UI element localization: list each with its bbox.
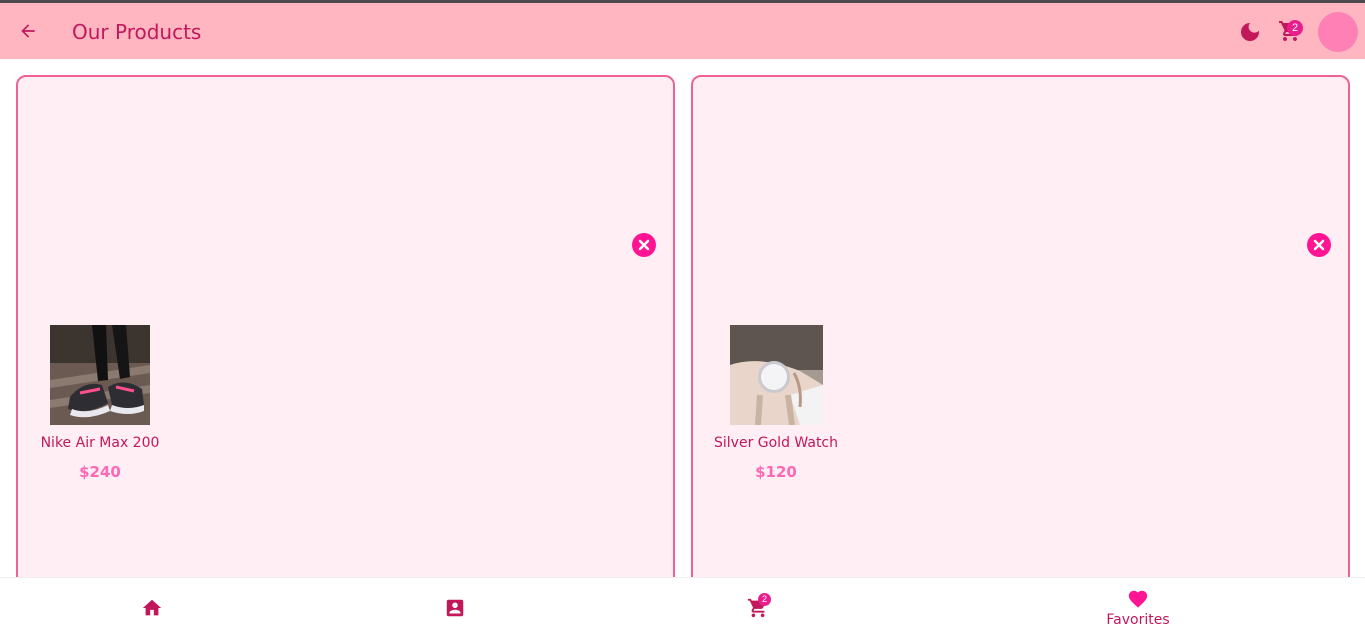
product-item[interactable]: Nike Air Max 200 $240 <box>36 325 164 481</box>
nav-home[interactable] <box>132 578 172 637</box>
close-icon <box>1313 239 1325 251</box>
cart-count-badge: 2 <box>1287 20 1303 36</box>
home-icon <box>142 599 162 615</box>
cart-count-badge: 2 <box>758 593 771 606</box>
app-bar: Our Products 2 <box>0 3 1365 59</box>
avatar[interactable] <box>1318 12 1358 52</box>
theme-toggle-button[interactable] <box>1238 20 1262 44</box>
page-title: Our Products <box>72 20 202 44</box>
product-name: Nike Air Max 200 <box>40 435 160 451</box>
bottom-navigation: 2 Favorites <box>0 577 1365 636</box>
close-icon <box>638 239 650 251</box>
product-price: $240 <box>79 463 121 481</box>
profile-icon <box>446 599 464 616</box>
back-button[interactable] <box>14 17 42 45</box>
heart-icon <box>1128 590 1148 608</box>
favorites-list: Nike Air Max 200 $240 Silver Gold Watch … <box>0 59 1365 577</box>
arrow-back-icon <box>21 24 35 38</box>
watch-photo <box>729 325 823 425</box>
product-item[interactable]: Silver Gold Watch $120 <box>711 325 841 481</box>
favorite-card: Nike Air Max 200 $240 <box>16 75 675 577</box>
moon-icon <box>1241 23 1259 41</box>
favorite-card: Silver Gold Watch $120 <box>691 75 1350 577</box>
nav-cart[interactable]: 2 <box>738 578 778 637</box>
nav-profile[interactable] <box>435 578 475 637</box>
remove-favorite-button[interactable] <box>1307 233 1331 257</box>
sneaker-photo <box>50 325 150 425</box>
product-name: Silver Gold Watch <box>714 435 838 451</box>
product-price: $120 <box>755 463 797 481</box>
nav-favorites-label: Favorites <box>1106 611 1170 628</box>
remove-favorite-button[interactable] <box>632 233 656 257</box>
nav-favorites[interactable]: Favorites <box>1090 578 1186 637</box>
